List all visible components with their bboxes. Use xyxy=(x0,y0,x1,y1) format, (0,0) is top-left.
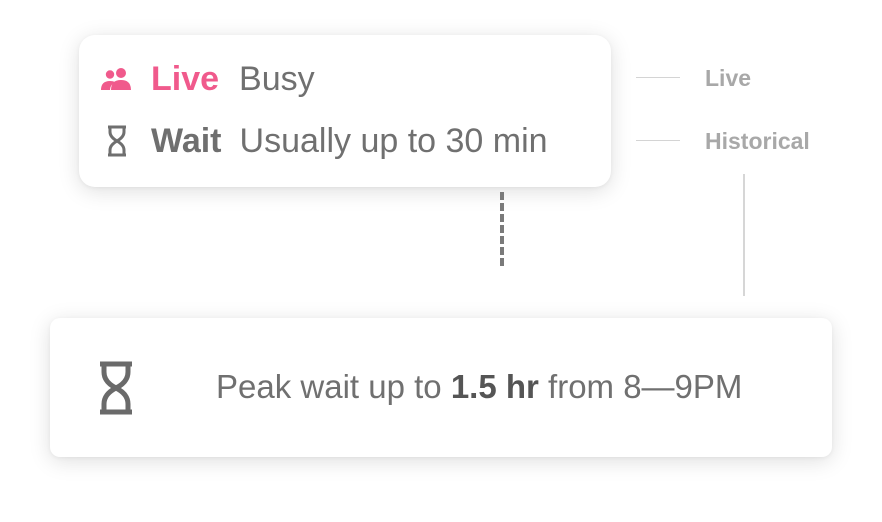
legend-historical: Historical xyxy=(705,128,810,154)
live-row: Live Busy xyxy=(79,56,611,102)
peak-wait-card: Peak wait up to 1.5 hr from 8—9PM xyxy=(50,318,832,457)
peak-prefix: Peak wait up to xyxy=(216,368,442,405)
peak-wait-text: Peak wait up to 1.5 hr from 8—9PM xyxy=(216,365,742,409)
live-label: Live xyxy=(151,60,220,98)
people-icon xyxy=(99,56,135,102)
legend-live: Live xyxy=(705,65,752,91)
wait-row: Wait Usually up to 30 min xyxy=(79,118,611,164)
legend-line-historical xyxy=(636,140,680,141)
hourglass-icon xyxy=(96,360,136,416)
status-card: Live Busy Wait Usually up to 30 min xyxy=(79,35,611,187)
peak-duration: 1.5 hr xyxy=(450,368,539,405)
live-connector-dashed xyxy=(500,192,504,266)
live-status-value: Busy xyxy=(239,60,315,98)
hourglass-icon xyxy=(99,118,135,164)
historical-connector-line xyxy=(743,174,745,296)
wait-time-value: Usually up to 30 min xyxy=(239,122,548,160)
wait-label: Wait xyxy=(151,122,222,160)
busyness-stage: Live Busy Wait Usually up to 30 min Live… xyxy=(0,0,882,522)
peak-time-range: from 8—9PM xyxy=(548,368,743,405)
legend-line-live xyxy=(636,77,680,78)
